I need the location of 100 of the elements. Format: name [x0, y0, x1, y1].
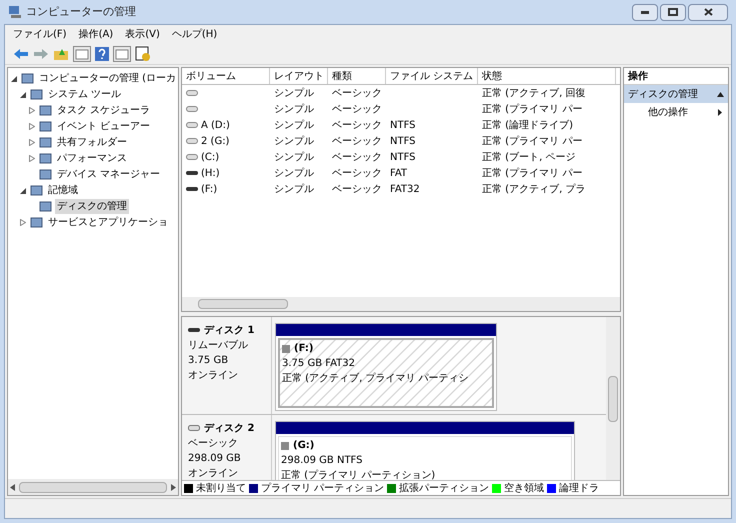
tree-node-icon [39, 168, 52, 180]
column-header[interactable]: 種類 [328, 68, 386, 84]
column-header[interactable]: レイアウト [270, 68, 328, 84]
tree-item[interactable]: タスク スケジューラ [55, 102, 152, 118]
maximize-icon [668, 8, 678, 16]
expand-icon[interactable] [20, 218, 26, 226]
right-arrow-icon[interactable] [171, 484, 176, 490]
collapse-icon[interactable] [11, 74, 17, 82]
legend-label: 空き領域 [504, 482, 544, 496]
disk-detail: リムーバブル [188, 338, 249, 353]
table-cell-text: 正常 (プライマリ パー [482, 102, 582, 116]
removable-drive-icon [186, 169, 198, 177]
tree-item[interactable]: サービスとアプリケーショ [46, 214, 170, 230]
table-cell-text: ベーシック [332, 86, 382, 100]
partition[interactable]: (F:) 3.75 GB FAT32 正常 (アクティブ, プライマリ パーティシ [275, 323, 497, 411]
partition-label: (F:) [294, 342, 314, 356]
blurred-name-block [282, 344, 290, 352]
collapse-icon[interactable] [20, 90, 26, 98]
vertical-scrollbar[interactable] [606, 317, 620, 480]
tree-item[interactable]: システム ツール [46, 86, 124, 102]
minimize-button[interactable] [632, 4, 658, 20]
table-cell-text: シンプル [274, 102, 314, 116]
tree-item[interactable]: コンピューターの管理 (ローカ [37, 70, 178, 86]
left-arrow-icon[interactable] [10, 484, 15, 490]
table-cell-text: 正常 (論理ドライブ) [482, 118, 573, 132]
close-icon [704, 8, 712, 16]
disk-detail: 3.75 GB [188, 354, 230, 368]
tree-item[interactable]: デバイス マネージャー [55, 166, 162, 182]
tree-item[interactable]: 共有フォルダー [55, 134, 129, 150]
table-cell-text: 正常 (プライマリ パー [482, 134, 582, 148]
expand-icon[interactable] [29, 154, 35, 162]
partition-size: 3.75 GB FAT32 [282, 357, 356, 371]
table-cell-text: 正常 (アクティブ, プラ [482, 182, 586, 196]
maximize-button[interactable] [660, 4, 686, 20]
partition[interactable]: (G:) 298.09 GB NTFS 正常 (プライマリ パーティション) [275, 421, 575, 480]
tree-node-icon [30, 216, 43, 228]
partition-status: 正常 (プライマリ パーティション) [281, 468, 436, 480]
table-cell-text: シンプル [274, 166, 314, 180]
table-cell-text: ベーシック [332, 182, 382, 196]
menu-item[interactable]: 操作(A) [78, 26, 114, 42]
actions-section[interactable]: ディスクの管理 [624, 85, 728, 103]
tree-item[interactable]: 記憶域 [46, 182, 80, 198]
expand-icon[interactable] [29, 106, 35, 114]
collapse-icon[interactable] [717, 92, 724, 96]
tree-item[interactable]: イベント ビューアー [55, 118, 152, 134]
disk-detail: 298.09 GB [188, 452, 242, 466]
disk-name: ディスク 2 [204, 422, 254, 436]
table-cell-text: ベーシック [332, 102, 382, 116]
table-cell-text: シンプル [274, 118, 314, 132]
window-title: コンピューターの管理 [26, 4, 136, 20]
table-cell-text: NTFS [390, 134, 416, 148]
table-cell-text: 2 (G:) [201, 134, 230, 148]
tree-item[interactable]: パフォーマンス [55, 150, 129, 166]
drive-icon [186, 153, 198, 161]
properties-icon[interactable] [135, 46, 151, 62]
action-link[interactable]: 他の操作 [648, 104, 688, 120]
menu-item[interactable]: 表示(V) [125, 26, 160, 42]
menu-item[interactable]: ヘルプ(H) [172, 26, 218, 42]
table-cell-text: 正常 (ブート, ページ [482, 150, 576, 164]
column-header[interactable]: ファイル システム [386, 68, 478, 84]
table-cell-text: ベーシック [332, 134, 382, 148]
disk-detail: オンライン [188, 369, 239, 383]
drive-icon [186, 89, 198, 97]
drive-icon [186, 121, 198, 129]
tree-node-icon [30, 184, 43, 196]
horizontal-scrollbar[interactable] [8, 479, 178, 495]
table-cell-text: NTFS [390, 150, 416, 164]
blurred-name-block [281, 442, 289, 450]
disk-detail: オンライン [188, 467, 239, 480]
table-cell-text: シンプル [274, 150, 314, 164]
table-cell-text: (H:) [201, 166, 220, 180]
close-button[interactable] [688, 4, 728, 20]
expand-icon[interactable] [29, 122, 35, 130]
tree-item[interactable]: ディスクの管理 [55, 198, 129, 214]
column-header[interactable]: ボリューム [182, 68, 270, 84]
collapse-icon[interactable] [20, 186, 26, 194]
back-arrow-icon[interactable] [13, 48, 29, 60]
tree-node-icon [39, 104, 52, 116]
table-cell-text: ベーシック [332, 150, 382, 164]
section-title: ディスクの管理 [628, 88, 698, 102]
expand-icon[interactable] [29, 138, 35, 146]
table-cell-text: ベーシック [332, 166, 382, 180]
help-icon[interactable] [95, 46, 109, 60]
pane-icon[interactable] [73, 46, 91, 62]
removable-drive-icon [186, 185, 198, 193]
tree-node-icon [39, 136, 52, 148]
forward-arrow-icon[interactable] [33, 48, 49, 60]
table-cell-text: 正常 (アクティブ, 回復 [482, 86, 586, 100]
folder-up-icon[interactable] [53, 46, 69, 60]
table-cell-text: 正常 (プライマリ パー [482, 166, 582, 180]
tree-node-icon [39, 120, 52, 132]
removable-drive-icon [188, 327, 200, 334]
partition-size: 298.09 GB NTFS [281, 454, 364, 468]
table-cell-text: FAT32 [390, 182, 420, 196]
table-cell-text: (C:) [201, 150, 220, 164]
horizontal-scrollbar[interactable] [182, 297, 620, 311]
column-header[interactable]: 状態 [478, 68, 616, 84]
legend-label: 拡張パーティション [399, 482, 490, 496]
menu-item[interactable]: ファイル(F) [13, 26, 67, 42]
legend-label: 未割り当て [196, 482, 246, 496]
